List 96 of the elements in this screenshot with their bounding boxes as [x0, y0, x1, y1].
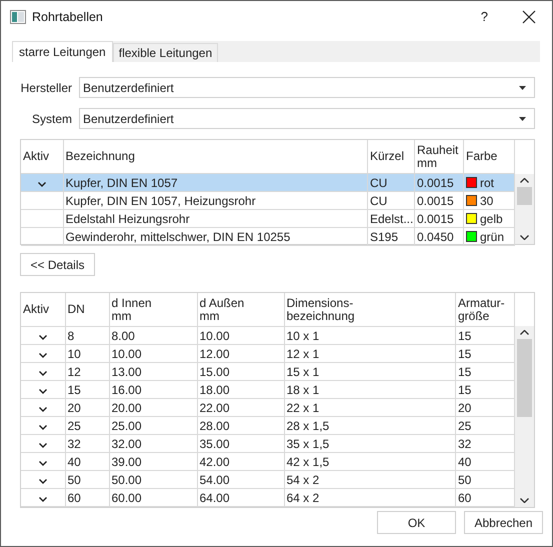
table-cell: 28.00	[197, 416, 284, 434]
scrollbar[interactable]	[515, 174, 534, 244]
caret-icon	[519, 116, 526, 120]
table-cell: grün	[480, 228, 504, 244]
table-cell: 54 x 2	[284, 470, 456, 488]
table-cell: 60	[65, 488, 109, 506]
column-header[interactable]: Aktiv	[21, 293, 65, 326]
table-cell: 50.00	[109, 470, 197, 488]
dropdown[interactable]: Benutzerdefiniert	[79, 108, 535, 129]
table-cell: 64 x 2	[284, 488, 456, 506]
check-icon[interactable]	[38, 334, 47, 340]
table-cell: CU	[368, 174, 414, 192]
table-cell: gelb	[480, 210, 503, 226]
scroll-up-icon[interactable]	[520, 178, 529, 183]
table-cell: Edelstahl Heizungsrohr	[63, 210, 368, 228]
table-cell: Gewinderohr, mittelschwer, DIN EN 10255	[63, 228, 368, 246]
table-cell: 30	[480, 192, 494, 208]
table-cell: 18 x 1	[284, 380, 456, 398]
table-cell: rot	[480, 174, 494, 190]
help-button[interactable]: ?	[480, 9, 488, 24]
check-icon[interactable]	[38, 182, 46, 186]
table-cell: 54.00	[197, 470, 284, 488]
check-icon[interactable]	[38, 370, 47, 376]
table-cell: Kupfer, DIN EN 1057	[63, 174, 368, 192]
check-icon[interactable]	[38, 460, 47, 466]
check-icon[interactable]	[38, 406, 47, 412]
table-cell: S195	[368, 228, 414, 246]
column-header[interactable]: Armatur- größe	[456, 293, 514, 326]
window-title: Rohrtabellen	[32, 10, 104, 24]
table-cell: 13.00	[109, 362, 197, 380]
table-cell: 20.00	[109, 398, 197, 416]
table-cell: CU	[368, 192, 414, 210]
table-cell: 42.00	[197, 452, 284, 470]
table-cell: 0.0015	[414, 174, 464, 192]
field-label: Hersteller	[20, 80, 72, 94]
table-cell: 10	[65, 344, 109, 362]
ok-button[interactable]: OK	[377, 511, 456, 534]
table-cell: 15 x 1	[284, 362, 456, 380]
table-cell: 42 x 1,5	[284, 452, 456, 470]
table-cell: 15.00	[197, 362, 284, 380]
check-icon[interactable]	[38, 388, 47, 394]
column-header[interactable]: d Innen mm	[109, 293, 197, 326]
check-icon[interactable]	[38, 352, 47, 358]
table-cell: 35 x 1,5	[284, 434, 456, 452]
table-cell: 25.00	[109, 416, 197, 434]
close-icon[interactable]	[522, 10, 536, 24]
table-cell: Kupfer, DIN EN 1057, Heizungsrohr	[63, 192, 368, 210]
column-header[interactable]: d Außen mm	[197, 293, 284, 326]
table-cell: 12	[65, 362, 109, 380]
table-cell: 22 x 1	[284, 398, 456, 416]
table-cell: 28 x 1,5	[284, 416, 456, 434]
table-cell: 25	[65, 416, 109, 434]
table-cell: 60.00	[109, 488, 197, 506]
details-button[interactable]: << Details	[20, 253, 95, 276]
scroll-up-icon[interactable]	[520, 330, 529, 335]
table-cell: 8	[65, 326, 109, 344]
table-cell: 18.00	[197, 380, 284, 398]
scroll-down-icon[interactable]	[520, 498, 529, 503]
dropdown[interactable]: Benutzerdefiniert	[79, 77, 535, 98]
caret-icon	[519, 86, 526, 90]
field-label: System	[30, 112, 72, 126]
table-cell: 22.00	[197, 398, 284, 416]
table-cell: 15	[65, 380, 109, 398]
table-cell: Edelst...	[368, 210, 414, 228]
table-cell: 16.00	[109, 380, 197, 398]
scroll-down-icon[interactable]	[520, 235, 529, 240]
check-icon[interactable]	[38, 496, 47, 502]
table-cell: 8.00	[109, 326, 197, 344]
app-icon	[10, 10, 26, 24]
column-header[interactable]: Dimensions- bezeichnung	[284, 293, 456, 326]
tab[interactable]: flexible Leitungen	[112, 43, 218, 62]
table-cell: 12.00	[197, 344, 284, 362]
table-cell: 10.00	[109, 344, 197, 362]
table-cell: 20	[65, 398, 109, 416]
scrollbar-thumb[interactable]	[517, 187, 532, 205]
table-cell: 0.0015	[414, 192, 464, 210]
table-cell: 50	[65, 470, 109, 488]
table-cell: 12 x 1	[284, 344, 456, 362]
table-cell: 32	[65, 434, 109, 452]
table-cell: 32.00	[109, 434, 197, 452]
check-icon[interactable]	[38, 424, 47, 430]
scrollbar[interactable]	[515, 326, 534, 507]
table-cell: 64.00	[197, 488, 284, 506]
table-cell: 0.0015	[414, 210, 464, 228]
check-icon[interactable]	[38, 478, 47, 484]
column-header[interactable]: DN	[65, 293, 109, 326]
check-icon[interactable]	[38, 442, 47, 448]
table-cell: 35.00	[197, 434, 284, 452]
table-cell: 39.00	[109, 452, 197, 470]
table-cell: 10.00	[197, 326, 284, 344]
table-cell: 40	[65, 452, 109, 470]
cancel-button[interactable]: Abbrechen	[464, 511, 543, 534]
table-cell: 10 x 1	[284, 326, 456, 344]
tab[interactable]: starre Leitungen	[12, 41, 113, 62]
scrollbar-thumb[interactable]	[517, 339, 532, 417]
table-cell: 0.0450	[414, 228, 464, 246]
